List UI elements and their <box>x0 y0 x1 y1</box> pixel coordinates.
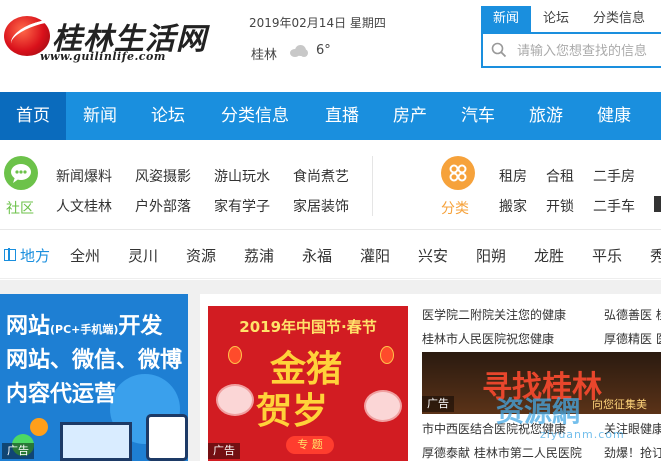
news-item[interactable]: 弘德善医 桂 <box>604 306 661 323</box>
news-item[interactable]: 厚德泰献 桂林市第二人民医院 <box>422 444 582 461</box>
ad-topic-badge: 专 题 <box>286 436 334 454</box>
ad-tag: 广告 <box>2 443 34 459</box>
region-bar: 地方 全州 灵川 资源 荔浦 永福 灌阳 兴安 阳朔 龙胜 平乐 秀 <box>0 231 661 279</box>
website-service-ad[interactable]: 网站(PC+手机端)开发 网站、微信、微博 内容代运营 <box>0 294 188 461</box>
search-box <box>481 32 661 68</box>
site-logo[interactable]: 桂林生活网 www.guilinlife.com <box>4 4 234 66</box>
weather-city: 桂林 <box>251 48 278 63</box>
community-link[interactable]: 游山玩水 <box>214 166 270 186</box>
cloudy-icon <box>288 45 308 57</box>
divider <box>372 156 373 216</box>
community-title[interactable]: 社区 <box>6 198 34 218</box>
community-link[interactable]: 户外部落 <box>135 196 191 216</box>
laptop-icon <box>60 422 132 461</box>
logo-url: www.guilinlife.com <box>40 50 166 63</box>
pig-icon <box>216 384 254 416</box>
nav-classified[interactable]: 分类信息 <box>202 92 308 140</box>
classified-link[interactable]: 合租 <box>546 166 574 186</box>
search-tabs: 新闻 论坛 分类信息 <box>481 6 657 32</box>
region-link[interactable]: 阳朔 <box>476 245 506 266</box>
chat-bubble-icon <box>4 156 38 190</box>
nav-auto[interactable]: 汽车 <box>444 92 512 140</box>
news-item[interactable]: 劲爆！抢订 <box>604 444 661 461</box>
news-item[interactable]: 桂林市人民医院祝您健康 <box>422 330 554 347</box>
community-link[interactable]: 食尚煮艺 <box>293 166 349 186</box>
nav-health[interactable]: 健康 <box>580 92 648 140</box>
ad-line: 网站(PC+手机端)开发 <box>6 314 163 339</box>
classified-link[interactable]: 搬家 <box>499 196 527 216</box>
region-link[interactable]: 兴安 <box>418 245 448 266</box>
region-title: 地方 <box>20 247 51 265</box>
nav-realestate[interactable]: 房产 <box>376 92 444 140</box>
channel-links: 社区 新闻爆料 风姿摄影 游山玩水 食尚煮艺 人文桂林 户外部落 家有学子 家居… <box>0 140 661 230</box>
region-link[interactable]: 资源 <box>186 245 216 266</box>
search-tab-classified[interactable]: 分类信息 <box>581 6 657 32</box>
phone-icon <box>146 414 188 461</box>
region-link[interactable]: 荔浦 <box>244 245 274 266</box>
search-tab-news[interactable]: 新闻 <box>481 6 532 32</box>
site-header: 桂林生活网 www.guilinlife.com 2019年02月14日 星期四… <box>0 0 661 92</box>
ad-tag: 广告 <box>422 396 454 412</box>
classified-link-clipped[interactable] <box>654 196 661 212</box>
weibo-icon <box>30 418 48 436</box>
ad-tag: 广告 <box>208 443 240 459</box>
category-grid-icon <box>441 156 475 190</box>
news-item[interactable]: 医学院二附院关注您的健康 <box>422 306 566 323</box>
classified-link[interactable]: 开锁 <box>546 196 574 216</box>
weather-temperature: 6° <box>316 43 331 58</box>
ad-big-text: 贺岁 <box>256 390 329 432</box>
region-link[interactable]: 平乐 <box>592 245 622 266</box>
spring-festival-ad[interactable]: 2019年中国节·春节 金猪 贺岁 专 题 广告 <box>208 306 408 461</box>
main-nav: 首页 新闻 论坛 分类信息 直播 房产 汽车 旅游 健康 <box>0 92 661 140</box>
community-link[interactable]: 人文桂林 <box>56 196 112 216</box>
map-book-icon <box>4 248 16 261</box>
news-item[interactable]: 厚德精医 医 <box>604 330 661 347</box>
ad-line: 内容代运营 <box>6 382 117 407</box>
watermark-logo: 资源網 <box>496 395 581 428</box>
community-link[interactable]: 风姿摄影 <box>135 166 191 186</box>
current-date: 2019年02月14日 星期四 <box>249 16 386 30</box>
nav-live[interactable]: 直播 <box>308 92 376 140</box>
region-link[interactable]: 永福 <box>302 245 332 266</box>
region-link[interactable]: 灌阳 <box>360 245 390 266</box>
classified-title[interactable]: 分类 <box>441 198 469 218</box>
nav-travel[interactable]: 旅游 <box>512 92 580 140</box>
classified-link[interactable]: 二手房 <box>593 166 635 186</box>
classified-link[interactable]: 二手车 <box>593 196 635 216</box>
community-link[interactable]: 家有学子 <box>214 196 270 216</box>
region-link[interactable]: 灵川 <box>128 245 158 266</box>
community-link[interactable]: 新闻爆料 <box>56 166 112 186</box>
ad-banner-text: 2019年中国节·春节 <box>239 318 377 336</box>
watermark-url: ziyuanm.com <box>540 428 625 441</box>
search-tab-forum[interactable]: 论坛 <box>531 6 581 32</box>
region-link[interactable]: 全州 <box>70 245 100 266</box>
nav-news[interactable]: 新闻 <box>66 92 134 140</box>
ad-line: 网站、微信、微博 <box>6 348 183 373</box>
community-link[interactable]: 家居装饰 <box>293 196 349 216</box>
classified-link[interactable]: 租房 <box>499 166 527 186</box>
search-icon[interactable] <box>491 42 507 58</box>
pig-icon <box>364 390 402 422</box>
lantern-icon <box>228 346 242 364</box>
nav-home[interactable]: 首页 <box>0 92 66 140</box>
region-link[interactable]: 龙胜 <box>534 245 564 266</box>
ad-find-sub: 向您征集美 <box>592 398 647 411</box>
lantern-icon <box>380 346 394 364</box>
region-link[interactable]: 秀 <box>650 245 661 266</box>
nav-forum[interactable]: 论坛 <box>134 92 202 140</box>
search-input[interactable] <box>517 40 661 62</box>
